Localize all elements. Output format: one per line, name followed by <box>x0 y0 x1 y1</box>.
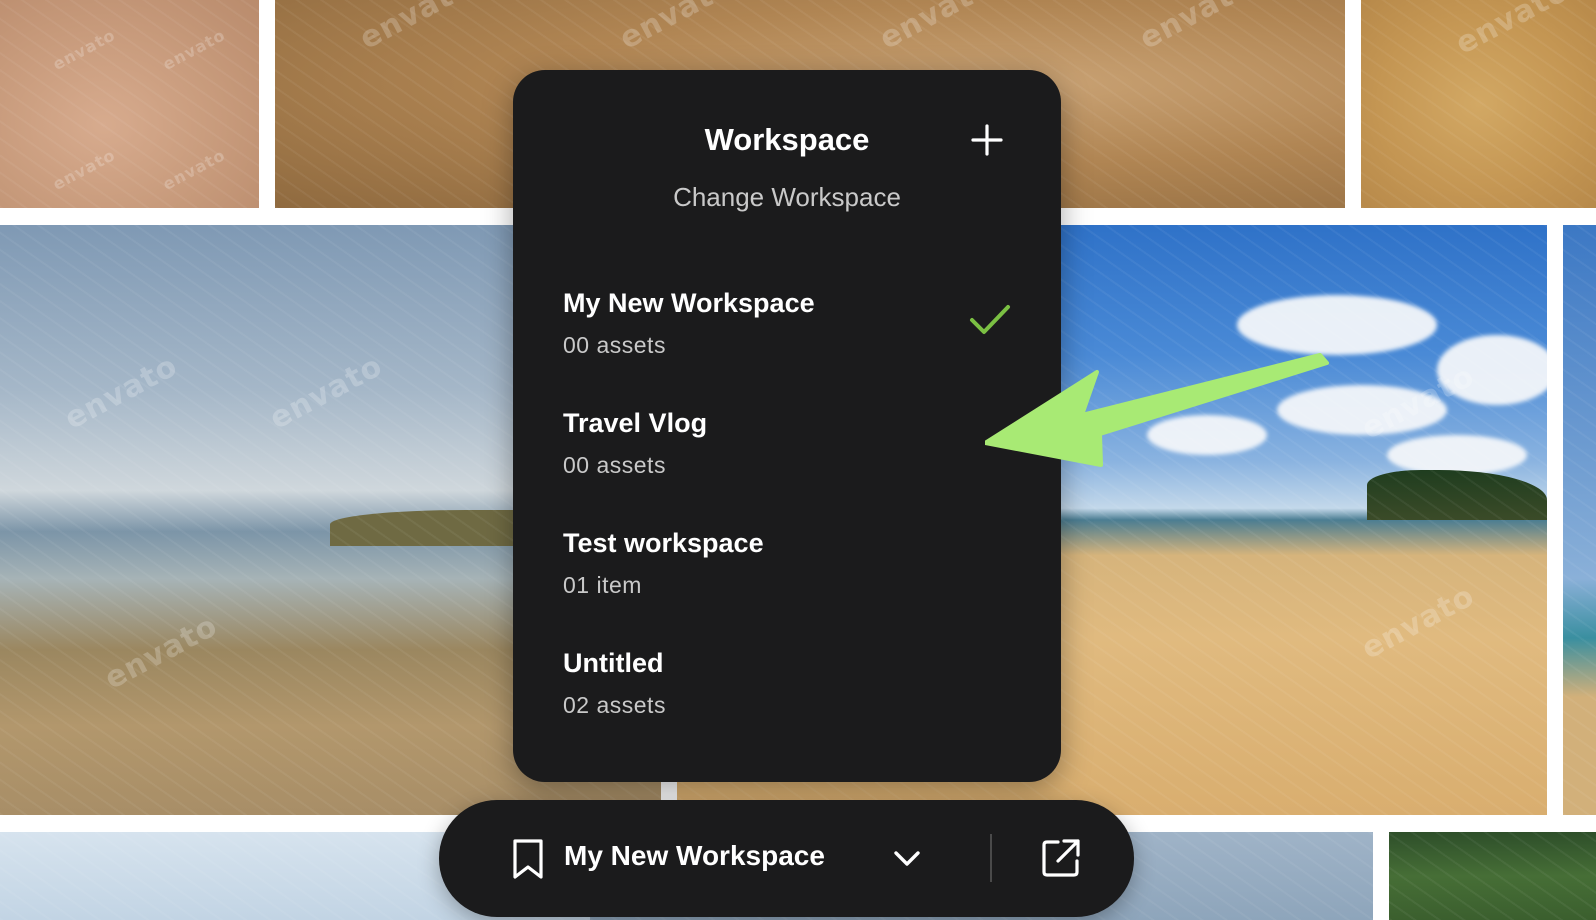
arrow-left-icon <box>985 353 1329 467</box>
add-workspace-button[interactable] <box>969 122 1005 158</box>
workspace-count: 01 item <box>563 572 642 598</box>
watermark-text: envato <box>159 145 229 194</box>
bookmark-icon <box>513 839 543 879</box>
workspace-count: 00 assets <box>563 452 666 478</box>
plus-icon <box>971 124 1003 156</box>
checkmark-icon <box>970 305 1010 334</box>
watermark-text: envato <box>159 25 229 74</box>
cloud-shape <box>1387 435 1527 475</box>
workspace-name: Travel Vlog <box>563 408 708 438</box>
watermark-text: envato <box>58 348 184 437</box>
watermark-text: envato <box>613 0 739 57</box>
workspace-name: Test workspace <box>563 528 764 558</box>
workspace-panel: Workspace Change Workspace My New Worksp… <box>513 70 1061 782</box>
workspace-item[interactable]: Untitled 02 assets <box>563 648 1011 744</box>
chevron-down-icon[interactable] <box>891 846 923 870</box>
cloud-shape <box>1437 335 1547 405</box>
workspace-toolbar: My New Workspace <box>439 800 1134 917</box>
thumbnail-forest[interactable] <box>1389 832 1596 920</box>
workspace-name: My New Workspace <box>563 288 815 318</box>
watermark-text: envato <box>353 0 479 57</box>
current-workspace-label[interactable]: My New Workspace <box>564 840 825 872</box>
watermark-text: envato <box>1449 0 1575 62</box>
thumbnail-partial[interactable] <box>1563 225 1596 815</box>
watermark-text: envato <box>873 0 999 57</box>
workspace-item[interactable]: Travel Vlog 00 assets <box>563 408 1011 504</box>
watermark-text: envato <box>1355 578 1481 667</box>
toolbar-divider <box>990 834 992 882</box>
watermark-text: envato <box>263 348 389 437</box>
watermark-text: envato <box>1133 0 1259 57</box>
palm-trees-shape <box>1367 470 1547 520</box>
thumbnail-sand-texture[interactable]: envato <box>1361 0 1596 208</box>
workspace-item[interactable]: Test workspace 01 item <box>563 528 1011 624</box>
watermark-text: envato <box>49 145 119 194</box>
watermark-text: envato <box>98 608 224 697</box>
thumbnail-sand-dunes[interactable]: envato envato envato envato <box>0 0 259 208</box>
workspace-count: 00 assets <box>563 332 666 358</box>
watermark-text: envato <box>1355 358 1481 447</box>
workspace-item[interactable]: My New Workspace 00 assets <box>563 288 1011 384</box>
workspace-count: 02 assets <box>563 692 666 718</box>
panel-subtitle: Change Workspace <box>673 182 901 212</box>
workspace-name: Untitled <box>563 648 664 678</box>
external-link-icon[interactable] <box>1041 838 1081 878</box>
watermark-text: envato <box>49 25 119 74</box>
